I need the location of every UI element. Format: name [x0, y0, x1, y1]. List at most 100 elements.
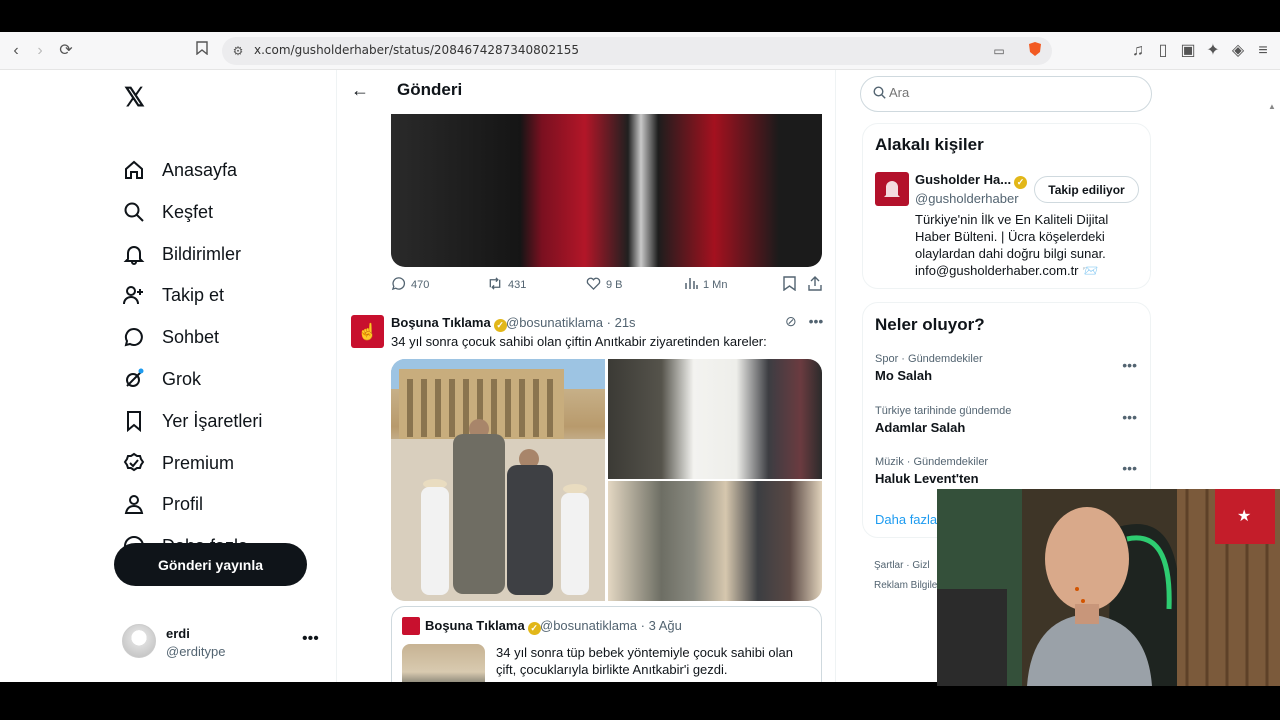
- views-count: 1 Mn: [703, 278, 728, 291]
- trend-more-icon[interactable]: •••: [1122, 409, 1137, 425]
- ai-assistant-icon[interactable]: ✦: [1203, 41, 1223, 61]
- tweet-image[interactable]: [391, 114, 822, 267]
- page-title: Gönderi: [397, 80, 463, 99]
- tweet-text: 34 yıl sonra çocuk sahibi olan çiftin An…: [391, 334, 767, 349]
- quoted-author-name: Boşuna Tıklama ✓: [425, 618, 541, 635]
- like-button[interactable]: 9 B: [586, 276, 623, 293]
- photo-3[interactable]: [608, 481, 822, 601]
- trend-item[interactable]: Spor · Gündemdekiler Mo Salah •••: [875, 353, 1145, 393]
- reload-icon[interactable]: ⟳: [56, 41, 76, 61]
- trend-title: Mo Salah: [875, 368, 933, 383]
- tweet-author-name[interactable]: Boşuna Tıklama ✓: [391, 315, 507, 332]
- sidebar-toggle-icon[interactable]: ▯: [1153, 41, 1173, 61]
- menu-icon[interactable]: ≡: [1253, 41, 1273, 61]
- reply-button[interactable]: 470: [391, 276, 429, 294]
- nav-item-home[interactable]: Anasayfa: [122, 150, 237, 190]
- nav-item-explore[interactable]: Keşfet: [122, 192, 213, 232]
- tweet-author-handle[interactable]: @bosunatiklama: [506, 315, 603, 330]
- bell-logo-icon: [884, 181, 900, 197]
- photo-2[interactable]: [608, 359, 822, 479]
- related-handle[interactable]: @gusholderhaber: [915, 191, 1019, 206]
- cast-icon[interactable]: ▭: [989, 41, 1009, 61]
- bookmark-page-icon[interactable]: [192, 41, 212, 61]
- svg-text:★: ★: [1237, 506, 1251, 525]
- nav-item-premium[interactable]: Premium: [122, 443, 234, 483]
- address-bar[interactable]: ⚙ x.com/gusholderhaber/status/2084674287…: [222, 37, 1052, 65]
- related-name[interactable]: Gusholder Ha... ✓: [915, 172, 1028, 189]
- retweet-button[interactable]: 431: [487, 276, 526, 294]
- profile-icon: [122, 492, 146, 516]
- home-icon: [122, 158, 146, 182]
- back-arrow-icon[interactable]: ←: [351, 80, 369, 101]
- footer-line-1[interactable]: Şartlar · Gizl: [874, 556, 941, 576]
- author-name-text: Boşuna Tıklama: [391, 315, 491, 330]
- related-title: Alakalı kişiler: [875, 135, 984, 154]
- scroll-up-icon[interactable]: ▲: [1268, 102, 1276, 111]
- nav-label: Yer İşaretleri: [162, 410, 263, 431]
- bookmark-button[interactable]: [783, 276, 796, 294]
- nav-label: Bildirimler: [162, 243, 242, 264]
- search-box[interactable]: [860, 76, 1152, 112]
- hand-pointer-icon: ☝: [357, 323, 378, 341]
- post-button[interactable]: Gönderi yayınla: [114, 543, 307, 586]
- nav-label: Premium: [162, 452, 235, 473]
- chat-icon: [122, 325, 146, 349]
- quoted-image: [402, 644, 485, 682]
- trend-more-icon[interactable]: •••: [1122, 357, 1137, 373]
- nav-label: Takip et: [162, 284, 225, 305]
- account-switcher[interactable]: erdi @erditype •••: [122, 624, 322, 664]
- search-icon: [873, 86, 886, 102]
- vpn-icon[interactable]: ◈: [1228, 41, 1248, 61]
- share-button[interactable]: [808, 276, 822, 294]
- x-logo-icon[interactable]: 𝕏: [124, 82, 145, 113]
- music-icon[interactable]: ♫: [1128, 41, 1148, 61]
- nav-label: Keşfet: [162, 201, 214, 222]
- nav-item-profile[interactable]: Profil: [122, 484, 203, 524]
- nav-item-bookmarks[interactable]: Yer İşaretleri: [122, 401, 262, 441]
- tweet-more-icon[interactable]: •••: [809, 313, 824, 329]
- share-icon: [808, 276, 822, 294]
- brave-shield-icon[interactable]: [1025, 41, 1045, 61]
- nav-label: Anasayfa: [162, 159, 238, 180]
- related-avatar[interactable]: [875, 172, 909, 206]
- grok-explain-icon[interactable]: ⊘: [785, 313, 797, 329]
- nav-label: Profil: [162, 493, 204, 514]
- reply-icon: [391, 276, 406, 294]
- quoted-author-handle: @bosunatiklama: [540, 618, 638, 633]
- footer-links: Şartlar · Gizl Reklam Bilgiler: [874, 556, 941, 596]
- browser-toolbar: ‹ › ⟳ ⚙ x.com/gusholderhaber/status/2084…: [0, 32, 1280, 70]
- back-icon[interactable]: ‹: [6, 41, 26, 61]
- wallet-icon[interactable]: ▣: [1178, 41, 1198, 61]
- trends-title: Neler oluyor?: [875, 315, 985, 334]
- user-name: erdi: [166, 626, 190, 641]
- site-settings-icon[interactable]: ⚙: [228, 41, 248, 61]
- nav-item-notifications[interactable]: Bildirimler: [122, 234, 241, 274]
- related-people-card: Alakalı kişiler Gusholder Ha... ✓ @gushol…: [862, 123, 1151, 289]
- show-more-link[interactable]: Daha fazla: [875, 512, 937, 527]
- quoted-tweet[interactable]: Boşuna Tıklama ✓ @bosunatiklama · 3 Ağu 3…: [391, 606, 822, 682]
- main-column: ← Gönderi 470 431 9 B 1 Mn ☝ Boşuna Tıkl…: [336, 70, 836, 682]
- verified-badge-icon: ✓: [493, 319, 507, 332]
- avatar: [122, 624, 156, 658]
- like-count: 9 B: [606, 278, 623, 291]
- nav-label: Sohbet: [162, 326, 220, 347]
- following-button[interactable]: Takip ediliyor: [1034, 176, 1139, 203]
- views-button[interactable]: 1 Mn: [684, 276, 727, 293]
- reply-count: 470: [411, 279, 430, 291]
- scrollbar[interactable]: ▲ ▲: [1268, 102, 1276, 515]
- nav-item-follow[interactable]: Takip et: [122, 275, 224, 315]
- more-options-icon[interactable]: •••: [302, 630, 319, 648]
- nav-item-chat[interactable]: Sohbet: [122, 317, 219, 357]
- forward-icon[interactable]: ›: [30, 41, 50, 61]
- trend-more-icon[interactable]: •••: [1122, 460, 1137, 476]
- search-input[interactable]: [889, 85, 1129, 100]
- photo-1[interactable]: [391, 359, 605, 601]
- quoted-name-text: Boşuna Tıklama: [425, 618, 525, 633]
- nav-item-grok[interactable]: Grok: [122, 359, 201, 399]
- tweet-time[interactable]: · 21s: [607, 315, 636, 330]
- trend-item[interactable]: Türkiye tarihinde gündemde Adamlar Salah…: [875, 405, 1145, 445]
- retweet-icon: [487, 276, 503, 294]
- tweet-author-avatar[interactable]: ☝: [351, 315, 384, 348]
- footer-line-2[interactable]: Reklam Bilgiler: [874, 576, 941, 596]
- left-nav: 𝕏 Anasayfa Keşfet Bildirimler Takip et S…: [112, 70, 332, 682]
